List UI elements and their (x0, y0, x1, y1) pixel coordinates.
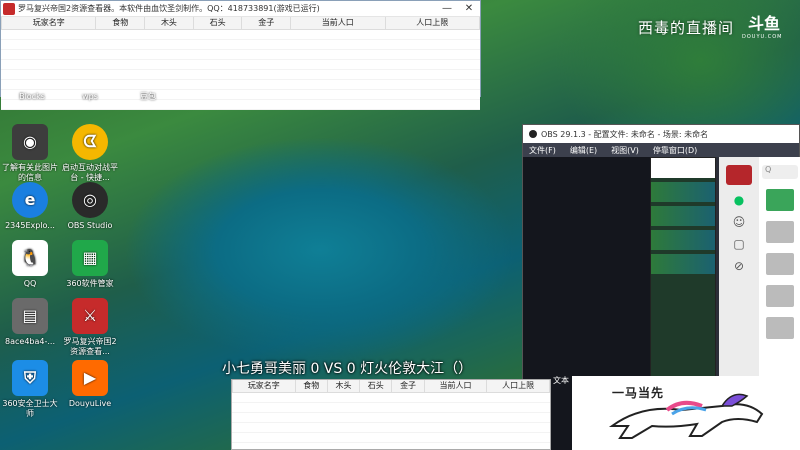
col-food[interactable]: 食物 (95, 17, 146, 30)
douyu-domain: DOUYU.COM (742, 34, 783, 40)
col-player-name[interactable]: 玩家名字 (232, 380, 296, 393)
desktop-icon-doubao[interactable]: 豆包 (120, 92, 176, 102)
resource-viewer-titlebar[interactable]: 罗马复兴帝国2资源查看器。本软件由血饮圣剑制作。QQ：418733891(游戏已… (1, 1, 480, 17)
browser-e-icon: e (12, 182, 48, 218)
resource-table-overlay: 玩家名字 食物 木头 石头 金子 当前人口 人口上限 (231, 379, 551, 450)
desktop-icon-blocks[interactable]: Blocks (4, 92, 60, 102)
chat-thumb[interactable] (766, 317, 794, 339)
col-current-pop[interactable]: 当前人口 (290, 17, 386, 30)
desktop-icon-file[interactable]: ▤ 8ace4ba4-... (2, 298, 58, 347)
desktop-icon-label: 2345Explo... (5, 221, 55, 230)
mini-desktop-row (651, 254, 715, 274)
obs-icon (529, 130, 537, 138)
obs-menubar: 文件(F) 编辑(E) 视图(V) 停靠窗口(D) (523, 143, 799, 157)
desktop-icon-label: 罗马复兴帝国2资源查看... (63, 337, 117, 356)
avatar[interactable] (726, 165, 752, 185)
player-resource-table-2: 玩家名字 食物 木头 石头 金子 当前人口 人口上限 (232, 380, 550, 393)
col-stone[interactable]: 石头 (192, 17, 243, 30)
desktop-icon-pacman[interactable]: ᗧ 启动互动对战平台 - 快捷... (62, 124, 118, 183)
table-body (232, 392, 550, 449)
player-resource-table: 玩家名字 食物 木头 石头 金子 当前人口 人口上限 (0, 17, 481, 30)
mini-desktop-row (651, 182, 715, 202)
desktop-icon-label: DouyuLive (68, 399, 112, 408)
box-icon[interactable]: ▢ (729, 237, 749, 251)
desktop-icon-label: 豆包 (140, 92, 156, 101)
sticker-text: 一马当先 (612, 386, 665, 400)
mini-table (651, 158, 715, 178)
chat-thumb[interactable] (766, 253, 794, 275)
desktop-icon-label: QQ (23, 279, 37, 288)
douyu-live-icon: ▶ (72, 360, 108, 396)
file-icon: ▤ (12, 298, 48, 334)
desktop-icon-obs-studio[interactable]: ◎ OBS Studio (62, 182, 118, 231)
desktop-icon-label: 360软件管家 (66, 279, 114, 288)
col-player-name[interactable]: 玩家名字 (0, 17, 97, 30)
desktop-icon-label: 启动互动对战平台 - 快捷... (62, 163, 118, 182)
col-wood[interactable]: 木头 (144, 17, 194, 30)
col-current-pop[interactable]: 当前人口 (423, 380, 488, 393)
obs-mini-preview (650, 157, 716, 387)
info-picture-icon: ◉ (12, 124, 48, 160)
desktop-icon-360-manager[interactable]: ▦ 360软件管家 (62, 240, 118, 289)
desktop-icon-douyu-live[interactable]: ▶ DouyuLive (62, 360, 118, 409)
desktop-icon-label: 8ace4ba4-... (5, 337, 55, 346)
col-gold[interactable]: 金子 (391, 380, 425, 393)
menu-view[interactable]: 视图(V) (611, 145, 639, 156)
desktop-icon-360-security[interactable]: ⛨ 360安全卫士大师 (2, 360, 58, 419)
contacts-icon[interactable]: ☺ (729, 215, 749, 229)
desktop-icon-qq[interactable]: 🐧 QQ (2, 240, 58, 289)
desktop-icon-label: Blocks (19, 92, 45, 101)
douyu-logo: 斗鱼 (748, 14, 781, 33)
360-manager-icon: ▦ (72, 240, 108, 276)
menu-edit[interactable]: 编辑(E) (570, 145, 597, 156)
360-security-icon: ⛨ (12, 360, 48, 396)
col-gold[interactable]: 金子 (241, 17, 292, 30)
qq-icon: 🐧 (12, 240, 48, 276)
match-caption: 小七勇哥美丽 0 VS 0 灯火伦敦大江（） (222, 361, 473, 377)
mini-desktop-row (651, 206, 715, 226)
obs-source-text-label: 文本 (553, 376, 569, 385)
menu-docks[interactable]: 停靠窗口(D) (653, 145, 697, 156)
desktop-icon-rome-viewer[interactable]: ⚔ 罗马复兴帝国2资源查看... (62, 298, 118, 357)
unicorn-sticker: 一马当先 (572, 376, 800, 450)
col-pop-cap[interactable]: 人口上限 (384, 17, 481, 30)
desktop-icon-label: 了解有关此图片的信息 (2, 163, 58, 182)
obs-titlebar[interactable]: OBS 29.1.3 - 配置文件: 未命名 - 场景: 未命名 (523, 125, 799, 143)
col-pop-cap[interactable]: 人口上限 (486, 380, 550, 393)
compass-icon[interactable]: ⊘ (729, 259, 749, 273)
menu-file[interactable]: 文件(F) (529, 145, 556, 156)
desktop-icon-2345explorer[interactable]: e 2345Explo... (2, 182, 58, 231)
chat-icon[interactable]: ● (729, 193, 749, 207)
desktop-icon-label: wps (82, 92, 98, 101)
desktop-icon-wps[interactable]: wps (62, 92, 118, 102)
resource-viewer-window: 罗马复兴帝国2资源查看器。本软件由血饮圣剑制作。QQ：418733891(游戏已… (0, 0, 481, 110)
desktop-icon-label: OBS Studio (67, 221, 113, 230)
pacman-icon: ᗧ (72, 124, 108, 160)
rome-viewer-icon: ⚔ (72, 298, 108, 334)
col-food[interactable]: 食物 (294, 380, 328, 393)
unicorn-icon (608, 393, 764, 439)
chat-thumb[interactable] (766, 189, 794, 211)
desktop-icon-label: 360安全卫士大师 (2, 399, 58, 418)
chat-thumb[interactable] (766, 285, 794, 307)
obs-icon: ◎ (72, 182, 108, 218)
desktop-icon-info-picture[interactable]: ◉ 了解有关此图片的信息 (2, 124, 58, 183)
search-input[interactable]: Q (762, 165, 798, 179)
col-stone[interactable]: 石头 (359, 380, 393, 393)
minimize-button[interactable]: — (436, 3, 458, 14)
close-button[interactable]: ✕ (458, 3, 480, 14)
obs-title: OBS 29.1.3 - 配置文件: 未命名 - 场景: 未命名 (541, 129, 709, 139)
stream-room-name: 西毒的直播间 (638, 19, 735, 37)
col-wood[interactable]: 木头 (326, 380, 361, 393)
app-icon (3, 2, 15, 15)
mini-desktop-row (651, 230, 715, 250)
chat-thumb[interactable] (766, 221, 794, 243)
resource-viewer-title: 罗马复兴帝国2资源查看器。本软件由血饮圣剑制作。QQ：418733891(游戏已… (18, 4, 320, 13)
